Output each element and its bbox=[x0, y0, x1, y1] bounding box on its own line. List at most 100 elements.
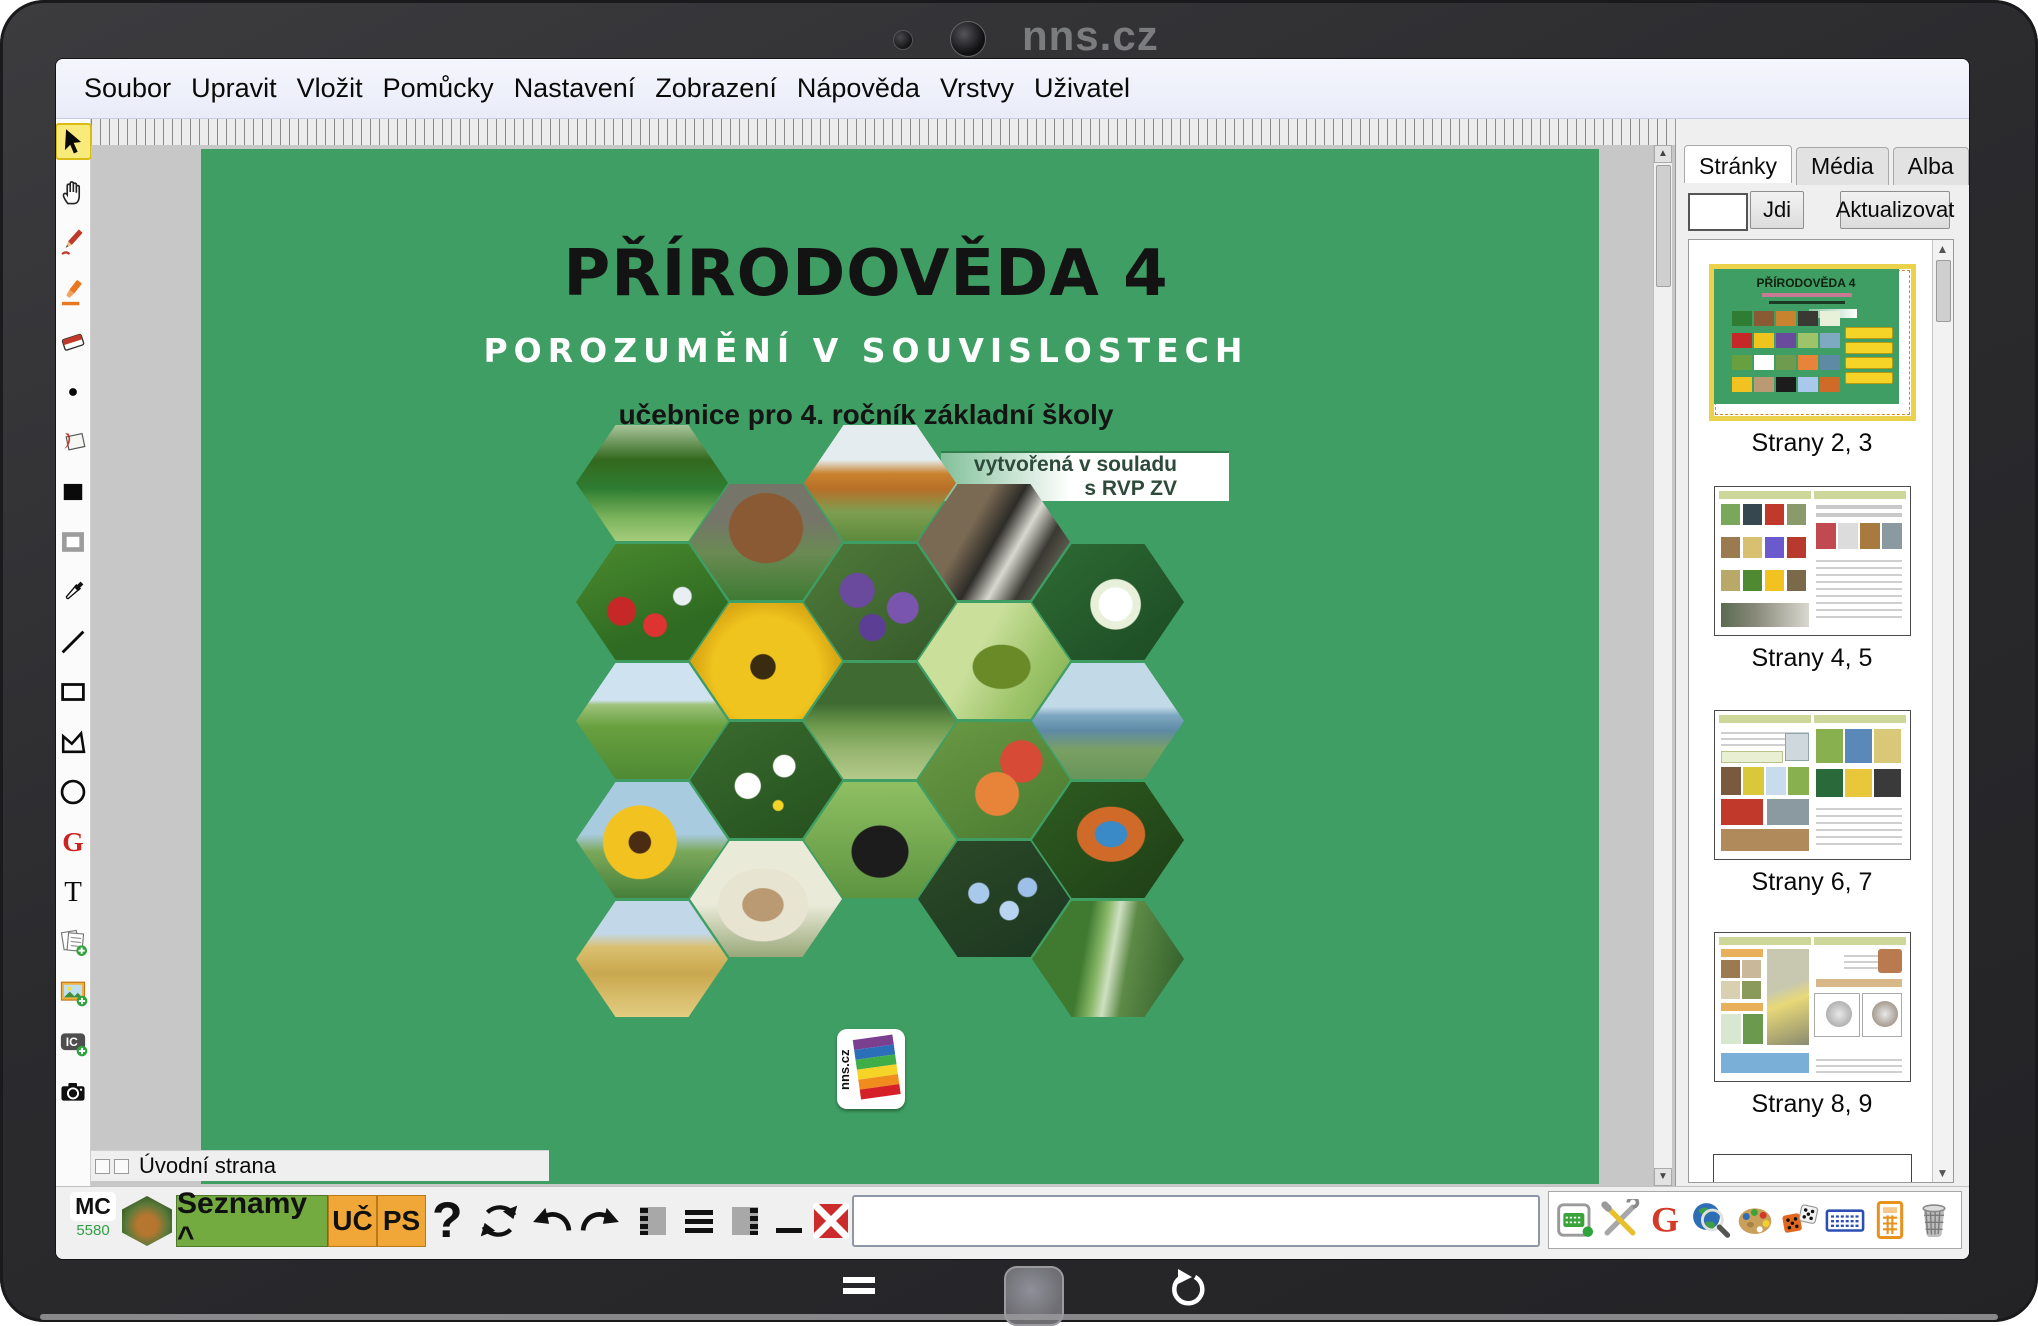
thumbnail-item-strany-4-5[interactable]: Strany 4, 5 bbox=[1701, 486, 1923, 673]
highlighter-tool[interactable] bbox=[57, 275, 90, 308]
menu-uzivatel[interactable]: Uživatel bbox=[1024, 73, 1140, 104]
cover-hexagon-mosaic bbox=[576, 425, 1188, 1019]
point-tool[interactable] bbox=[57, 375, 90, 408]
tab-alba[interactable]: Alba bbox=[1893, 147, 1969, 185]
svg-text:G: G bbox=[62, 827, 84, 857]
rotate-icon[interactable] bbox=[476, 1199, 522, 1243]
panel-right-icon[interactable] bbox=[722, 1199, 768, 1243]
line-tool[interactable] bbox=[57, 625, 90, 658]
redo-icon[interactable] bbox=[578, 1199, 624, 1243]
trash-icon[interactable] bbox=[1913, 1199, 1955, 1241]
eraser-tool[interactable] bbox=[57, 325, 90, 358]
thumbnail-preview[interactable] bbox=[1714, 932, 1911, 1082]
filled-rectangle-tool[interactable] bbox=[57, 475, 90, 508]
license-badge: MC 5580 bbox=[70, 1192, 116, 1239]
menu-zobrazeni[interactable]: Zobrazení bbox=[645, 73, 787, 104]
scroll-down-icon[interactable]: ▼ bbox=[1935, 1166, 1950, 1180]
horizontal-ruler bbox=[91, 119, 1675, 146]
book-cover-page: PŘÍRODOVĚDA 4 POROZUMĚNÍ V SOUVISLOSTECH… bbox=[201, 149, 1599, 1184]
undo-icon[interactable] bbox=[528, 1199, 574, 1243]
tools-icon[interactable] bbox=[1599, 1199, 1641, 1241]
polygon-tool[interactable] bbox=[57, 725, 90, 758]
thumbnail-item-partial[interactable] bbox=[1713, 1154, 1912, 1183]
calculator-icon[interactable] bbox=[1869, 1199, 1911, 1241]
thumbnail-caption: Strany 8, 9 bbox=[1701, 1090, 1923, 1119]
splitter-handle[interactable] bbox=[114, 1159, 129, 1174]
dice-icon[interactable] bbox=[1779, 1199, 1821, 1241]
scroll-down-icon[interactable]: ▼ bbox=[1654, 1168, 1672, 1186]
stamp-tool[interactable] bbox=[57, 425, 90, 458]
pan-tool[interactable] bbox=[57, 175, 90, 208]
thumbnail-item-strany-6-7[interactable]: Strany 6, 7 bbox=[1701, 710, 1923, 897]
thumbnail-caption: Strany 2, 3 bbox=[1701, 429, 1923, 458]
go-button[interactable]: Jdi bbox=[1750, 191, 1804, 229]
text-tool[interactable]: T bbox=[57, 875, 90, 908]
mc-number: 5580 bbox=[70, 1222, 116, 1239]
ellipse-tool[interactable] bbox=[57, 775, 90, 808]
tablet-back-icon[interactable] bbox=[1166, 1269, 1210, 1313]
thumbnail-item-strany-2-3[interactable]: PŘÍRODOVĚDA 4 bbox=[1701, 264, 1923, 458]
white-rectangle-tool[interactable] bbox=[57, 525, 90, 558]
thumbnail-item-strany-8-9[interactable]: Strany 8, 9 bbox=[1701, 932, 1923, 1119]
close-icon[interactable] bbox=[808, 1199, 854, 1243]
camera-tool[interactable] bbox=[57, 1075, 90, 1108]
thumbnail-caption: Strany 4, 5 bbox=[1701, 644, 1923, 673]
thumbnail-list-scrollbar[interactable]: ▲ ▼ bbox=[1932, 240, 1953, 1182]
earth-search-icon[interactable] bbox=[1689, 1199, 1731, 1241]
tablet-menu-icon[interactable] bbox=[843, 1277, 875, 1299]
mc-label: MC bbox=[70, 1192, 116, 1221]
panel-left-icon[interactable] bbox=[630, 1199, 676, 1243]
tab-stranky[interactable]: Stránky bbox=[1684, 145, 1792, 183]
palette-icon[interactable] bbox=[1734, 1199, 1776, 1241]
drawing-toolbar: G T IC bbox=[56, 119, 91, 1186]
thumbnail-caption: Strany 6, 7 bbox=[1701, 868, 1923, 897]
menu-vlozit[interactable]: Vložit bbox=[287, 73, 373, 104]
keyboard-icon[interactable] bbox=[1824, 1199, 1866, 1241]
workbook-button[interactable]: PS bbox=[377, 1195, 426, 1247]
minimize-icon[interactable] bbox=[766, 1199, 812, 1243]
menu-upravit[interactable]: Upravit bbox=[181, 73, 287, 104]
lines-icon[interactable] bbox=[676, 1199, 722, 1243]
page-status-strip: Úvodní strana bbox=[91, 1150, 549, 1181]
utility-icon-strip: G bbox=[1548, 1191, 1962, 1249]
menu-nastaveni[interactable]: Nastavení bbox=[504, 73, 646, 104]
page-number-input[interactable] bbox=[1688, 193, 1748, 231]
rectangle-tool[interactable] bbox=[57, 675, 90, 708]
thumbnail-preview[interactable] bbox=[1714, 486, 1911, 636]
tablet-home-button[interactable] bbox=[1004, 1266, 1064, 1326]
menu-pomucky[interactable]: Pomůcky bbox=[373, 73, 504, 104]
virtual-keyboard-icon[interactable] bbox=[1554, 1199, 1596, 1241]
select-tool[interactable] bbox=[57, 125, 90, 158]
google-icon[interactable]: G bbox=[1644, 1199, 1686, 1241]
document-canvas[interactable]: PŘÍRODOVĚDA 4 POROZUMĚNÍ V SOUVISLOSTECH… bbox=[91, 145, 1675, 1186]
pencil-tool[interactable] bbox=[57, 225, 90, 258]
squirrel-avatar[interactable] bbox=[122, 1196, 172, 1246]
cover-subtitle: POROZUMĚNÍ V SOUVISLOSTECH bbox=[201, 331, 1531, 370]
eyedropper-tool[interactable] bbox=[57, 575, 90, 608]
textbook-button[interactable]: UČ bbox=[328, 1195, 377, 1247]
menu-vrstvy[interactable]: Vrstvy bbox=[930, 73, 1024, 104]
svg-text:IC: IC bbox=[66, 1035, 78, 1049]
menu-soubor[interactable]: Soubor bbox=[74, 73, 181, 104]
lists-button[interactable]: Seznamy ^ bbox=[176, 1195, 328, 1247]
nns-book-icon bbox=[853, 1035, 902, 1104]
add-image-tool[interactable] bbox=[57, 975, 90, 1008]
thumbnail-preview[interactable] bbox=[1714, 710, 1911, 860]
update-button[interactable]: Aktualizovat bbox=[1840, 191, 1950, 229]
scroll-up-icon[interactable]: ▲ bbox=[1654, 145, 1672, 163]
tablet-frame: nns.cz Soubor Upravit Vložit Pomůcky Nas… bbox=[0, 0, 2038, 1322]
notes-tool[interactable] bbox=[57, 925, 90, 958]
scroll-up-icon[interactable]: ▲ bbox=[1935, 242, 1950, 256]
scrollbar-thumb[interactable] bbox=[1656, 165, 1671, 287]
thumbnail-preview[interactable]: PŘÍRODOVĚDA 4 bbox=[1709, 264, 1916, 421]
scrollbar-thumb[interactable] bbox=[1936, 260, 1951, 322]
command-input[interactable] bbox=[852, 1195, 1540, 1247]
menu-napoveda[interactable]: Nápověda bbox=[787, 73, 930, 104]
tab-media[interactable]: Média bbox=[1796, 147, 1889, 185]
splitter-handle[interactable] bbox=[95, 1159, 110, 1174]
help-button[interactable]: ? bbox=[432, 1191, 463, 1249]
screen-capture-tool[interactable]: IC bbox=[57, 1025, 90, 1058]
google-search-tool[interactable]: G bbox=[57, 825, 90, 858]
canvas-vertical-scrollbar[interactable]: ▲ ▼ bbox=[1653, 145, 1672, 1186]
page-thumbnail-list: PŘÍRODOVĚDA 4 bbox=[1688, 239, 1954, 1183]
